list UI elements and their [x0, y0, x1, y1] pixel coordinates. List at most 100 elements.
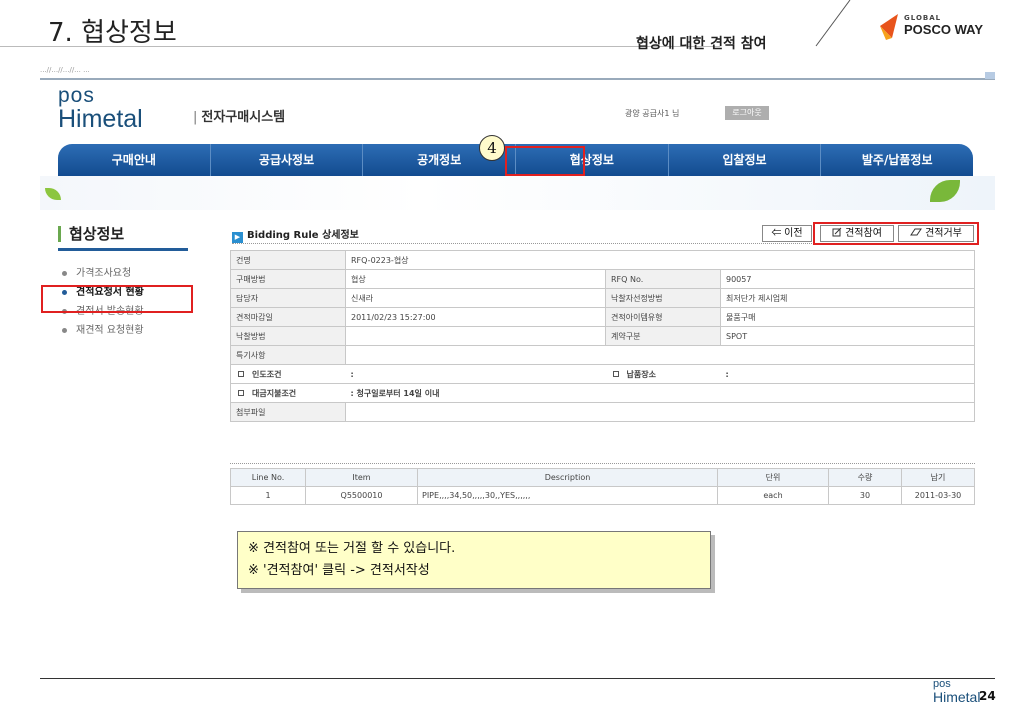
slash-decoration	[815, 0, 851, 47]
special-value	[345, 345, 975, 365]
square-bullet-icon	[238, 370, 244, 377]
contract-type-label: 계약구분	[605, 326, 721, 346]
special-label: 특기사항	[230, 345, 346, 365]
posco-way-logo: GLOBAL POSCO WAY	[878, 12, 1018, 40]
nav-item-bidding-info[interactable]: 입찰정보	[669, 144, 822, 176]
bid-method-value	[345, 326, 606, 346]
col-item: Item	[305, 468, 418, 487]
purchase-method-label: 구매방법	[230, 269, 346, 289]
payment-label: 대금지불조건	[252, 388, 297, 398]
step-badge: 4	[479, 135, 505, 161]
site-logo[interactable]: pos Himetal	[58, 84, 198, 138]
name-label: 건명	[230, 250, 346, 270]
sidebar-item-price-survey[interactable]: 가격조사요청	[60, 264, 195, 283]
table-row[interactable]: 1 Q5500010 PIPE,,,,34,50,,,,,30,,YES,,,,…	[230, 486, 975, 505]
sidebar-item-requote-status[interactable]: 재견적 요청현황	[60, 321, 195, 340]
payment-cell: 대금지불조건	[230, 383, 346, 403]
slide-header-divider	[0, 46, 720, 47]
sidebar-title: 협상정보	[58, 226, 188, 242]
col-description: Description	[417, 468, 718, 487]
note-callout: ※ 견적참여 또는 거절 할 수 있습니다. ※ '견적참여' 클릭 -> 견적…	[237, 531, 711, 589]
table-row: 첨부파일	[230, 402, 975, 422]
user-name: 광양 공급사1 님	[625, 109, 680, 118]
footer-logo: pos Himetal	[933, 679, 1013, 707]
manager-value: 신새라	[345, 288, 606, 308]
col-unit: 단위	[717, 468, 829, 487]
delivery-place-cell: 납품장소	[605, 364, 721, 384]
sidebar-highlight-box	[41, 285, 193, 313]
nav-item-purchase-guide[interactable]: 구매안내	[58, 144, 211, 176]
sidebar-title-underline	[58, 248, 188, 251]
system-name-text: 전자구매시스템	[201, 110, 286, 125]
award-method-label: 낙찰자선정방법	[605, 288, 721, 308]
deadline-value: 2011/02/23 15:27:00	[345, 307, 606, 327]
contract-type-value: SPOT	[720, 326, 975, 346]
table-row: 특기사항	[230, 345, 975, 365]
col-line-no: Line No.	[230, 468, 306, 487]
cell-line-no: 1	[230, 486, 306, 505]
decorative-banner	[40, 176, 995, 210]
item-type-value: 물품구매	[720, 307, 975, 327]
system-name-separator: |	[193, 110, 198, 125]
footer-divider	[40, 678, 995, 679]
square-bullet-icon	[612, 370, 619, 377]
frame-top-line	[40, 78, 995, 80]
logout-button[interactable]: 로그아웃	[725, 106, 769, 120]
site-logo-himetal: Himetal	[58, 105, 143, 133]
square-bullet-icon	[238, 389, 244, 396]
nav-item-supplier-info[interactable]: 공급사정보	[211, 144, 364, 176]
system-name: | 전자구매시스템	[193, 106, 285, 125]
prev-button[interactable]: ⇐ 이전	[762, 225, 812, 242]
slide-title: 7. 협상정보	[48, 18, 177, 48]
nav-highlight-box	[505, 146, 585, 176]
nav-item-order-delivery-info[interactable]: 발주/납품정보	[821, 144, 973, 176]
manager-label: 담당자	[230, 288, 346, 308]
delivery-cond-value: :	[345, 364, 606, 384]
note-line-1: ※ 견적참여 또는 거절 할 수 있습니다.	[248, 541, 456, 556]
posco-mark-icon	[880, 14, 898, 40]
rfq-no-label: RFQ No.	[605, 269, 721, 289]
table-row: 낙찰방법 계약구분 SPOT	[230, 326, 975, 346]
name-value: RFQ-0223-협상	[345, 250, 975, 270]
deadline-label: 견적마감일	[230, 307, 346, 327]
payment-value: : 청구일로부터 14일 이내	[345, 383, 975, 403]
item-type-label: 견적아이템유형	[605, 307, 721, 327]
table-row: 담당자 신새라 낙찰자선정방법 최저단가 제시업체	[230, 288, 975, 308]
col-quantity: 수량	[828, 468, 902, 487]
table-header-row: Line No. Item Description 단위 수량 납기	[230, 468, 975, 487]
table-row: 건명 RFQ-0223-협상	[230, 250, 975, 270]
attachment-value	[345, 402, 975, 422]
line-table-divider	[230, 463, 975, 464]
site-logo-pos: pos	[58, 84, 95, 107]
cell-item: Q5500010	[305, 486, 418, 505]
delivery-cond-label: 인도조건	[252, 369, 282, 379]
delivery-cond-cell: 인도조건	[230, 364, 346, 384]
footer-logo-himetal: Himetal	[933, 689, 981, 705]
award-method-value: 최저단가 제시업체	[720, 288, 975, 308]
bullet-icon	[62, 271, 67, 276]
purchase-method-value: 협상	[345, 269, 606, 289]
bullet-icon	[62, 328, 67, 333]
brand-global-text: GLOBAL	[904, 14, 942, 22]
attachment-label: 첨부파일	[230, 402, 346, 422]
rfq-detail-table: 건명 RFQ-0223-협상 구매방법 협상 RFQ No. 90057 담당자…	[230, 250, 975, 422]
slide-root: 7. 협상정보 협상에 대한 견적 참여 GLOBAL POSCO WAY ..…	[0, 0, 1023, 708]
bid-method-label: 낙찰방법	[230, 326, 346, 346]
cell-unit: each	[717, 486, 829, 505]
url-strip: ...//...//...//... ...	[40, 66, 90, 74]
sidebar-item-label: 재견적 요청현황	[76, 325, 144, 336]
buttons-highlight-box	[813, 222, 979, 245]
brand-name-text: POSCO WAY	[904, 22, 983, 37]
rfq-no-value: 90057	[720, 269, 975, 289]
line-items-table: Line No. Item Description 단위 수량 납기 1 Q55…	[230, 468, 975, 505]
col-delivery-date: 납기	[901, 468, 975, 487]
table-row: 구매방법 협상 RFQ No. 90057	[230, 269, 975, 289]
content-title: ▶ Bidding Rule 상세정보	[232, 226, 359, 243]
cell-delivery-date: 2011-03-30	[901, 486, 975, 505]
scrollbar-corner[interactable]	[985, 72, 995, 79]
content-title-text: Bidding Rule 상세정보	[247, 230, 359, 241]
delivery-place-label: 납품장소	[626, 369, 656, 379]
cell-description: PIPE,,,,34,50,,,,,30,,YES,,,,,,	[417, 486, 718, 505]
table-row: 인도조건 : 납품장소 :	[230, 364, 975, 384]
arrow-icon: ▶	[232, 232, 243, 243]
